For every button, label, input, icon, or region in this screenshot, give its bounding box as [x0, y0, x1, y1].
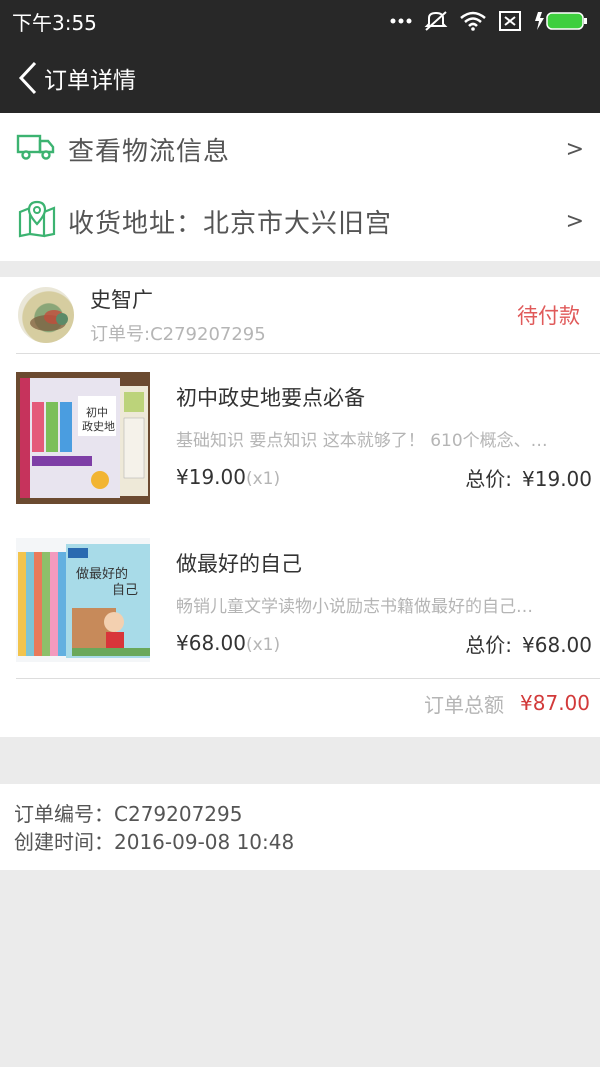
product-image: 初中 政史地: [16, 372, 150, 504]
product-desc: 畅销儿童文学读物小说励志书籍做最好的自己…: [176, 597, 533, 617]
back-arrow-icon: [18, 61, 37, 94]
product-price: ¥68.00: [176, 631, 246, 655]
product-qty: (x1): [245, 469, 281, 489]
avatar: [18, 287, 74, 343]
svg-text:做最好的: 做最好的: [76, 566, 128, 582]
product-item[interactable]: 初中 政史地 初中政史地要点必备 基础知识 要点知识 这本就够了！ 610个概念…: [0, 354, 600, 504]
order-sum-row: 订单总额 ¥87.00: [0, 679, 600, 727]
back-button[interactable]: [8, 42, 48, 113]
status-icons: [390, 10, 588, 32]
status-badge: 待付款: [517, 304, 580, 328]
shop-name: 史智广: [90, 288, 153, 312]
product-item[interactable]: 做最好的 自己 做最好的自己 畅销儿童文学读物小说励志书籍做最好的自己… ¥68…: [0, 520, 600, 670]
product-total-row: 总价: ¥19.00: [465, 463, 592, 492]
mute-icon: [424, 10, 448, 32]
status-time: 下午3:55: [12, 10, 97, 35]
product-desc: 基础知识 要点知识 这本就够了！ 610个概念、…: [176, 431, 548, 451]
product-total: ¥19.00: [522, 467, 592, 491]
order-meta: 订单编号：C279207295 创建时间：2016-09-08 10:48: [0, 784, 600, 870]
shop-info: 史智广 订单号:C279207295: [90, 284, 517, 346]
order-number-short: 订单号:C279207295: [90, 324, 266, 345]
shipping-section: 查看物流信息 > 收货地址：北京市大兴旧宫 >: [0, 113, 600, 261]
order-sum-value: ¥87.00: [520, 691, 590, 715]
nav-bar: 订单详情: [0, 42, 600, 113]
address-label: 收货地址：北京市大兴旧宫: [68, 208, 393, 239]
product-price: ¥19.00: [176, 465, 246, 489]
product-info: 做最好的自己 畅销儿童文学读物小说励志书籍做最好的自己… ¥68.00(x1) …: [176, 538, 600, 670]
product-info: 初中政史地要点必备 基础知识 要点知识 这本就够了！ 610个概念、… ¥19.…: [176, 372, 600, 504]
page-title: 订单详情: [44, 67, 136, 94]
product-total-row: 总价: ¥68.00: [465, 629, 592, 658]
address-chevron-icon: >: [565, 208, 584, 234]
order-sum-label: 订单总额: [424, 692, 505, 717]
battery-icon: [534, 10, 588, 32]
status-bar: 下午3:55: [0, 0, 600, 42]
created-time: 创建时间：2016-09-08 10:48: [14, 830, 295, 854]
map-pin-icon: [18, 200, 56, 242]
no-sim-icon: [498, 10, 522, 32]
product-name: 初中政史地要点必备: [176, 386, 365, 410]
shop-header: 史智广 订单号:C279207295 待付款: [0, 277, 600, 353]
product-qty: (x1): [245, 635, 281, 655]
product-total: ¥68.00: [522, 633, 592, 657]
svg-text:政史地: 政史地: [82, 419, 115, 433]
more-dots-icon: [390, 17, 412, 25]
order-meta-body: 订单编号：C279207295 创建时间：2016-09-08 10:48: [0, 784, 600, 872]
svg-text:初中: 初中: [86, 405, 108, 419]
order-card: 史智广 订单号:C279207295 待付款 初中 政史地 初中政史地要点必备 …: [0, 277, 600, 737]
logistics-chevron-icon: >: [565, 136, 584, 162]
product-name: 做最好的自己: [176, 552, 302, 576]
logistics-row[interactable]: 查看物流信息 >: [0, 113, 600, 185]
logistics-label: 查看物流信息: [68, 136, 231, 167]
svg-text:自己: 自己: [112, 583, 138, 598]
wifi-icon: [460, 11, 486, 31]
product-total-label: 总价:: [465, 633, 513, 657]
product-total-label: 总价:: [465, 467, 513, 491]
truck-icon: [16, 132, 56, 166]
address-row[interactable]: 收货地址：北京市大兴旧宫 >: [0, 185, 600, 257]
order-number: 订单编号：C279207295: [14, 802, 243, 826]
product-image: 做最好的 自己: [16, 538, 150, 670]
